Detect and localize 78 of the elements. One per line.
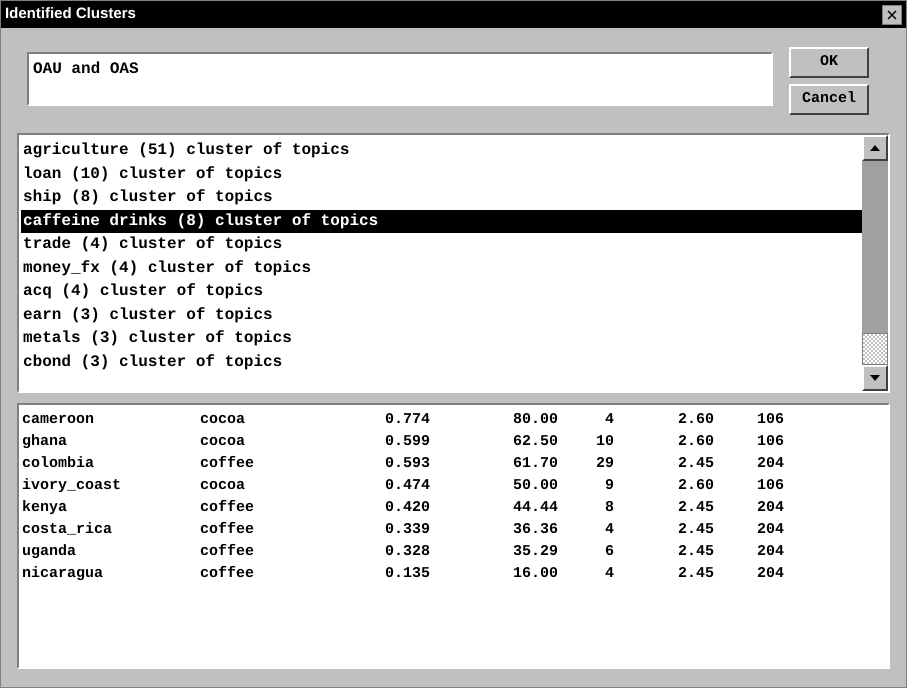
table-cell-text: costa_rica (22, 520, 114, 540)
table-cell-text: 4 (604, 520, 614, 540)
table-cell-text: coffee (200, 564, 256, 584)
table-cell-text: 204 (756, 498, 784, 518)
table-cell-text: 2.45 (676, 498, 714, 518)
table-cell-text: coffee (200, 454, 256, 474)
up-arrow-icon (870, 145, 880, 151)
table-cell-text: 0.593 (384, 454, 430, 474)
table-cell-text: 0.339 (384, 520, 430, 540)
table-cell-text: 0.135 (384, 564, 430, 584)
table-cell-text: ivory_coast (22, 476, 122, 496)
scroll-thumb[interactable] (862, 333, 888, 365)
table-cell-text: ghana (22, 432, 68, 452)
window-title: Identified Clusters (5, 4, 136, 24)
scroll-down-button[interactable] (862, 365, 888, 391)
table-cell-text: 2.45 (676, 520, 714, 540)
table-cell-text: 2.60 (676, 432, 714, 452)
table-cell-text: 204 (756, 520, 784, 540)
table-cell-text: cocoa (200, 410, 246, 430)
table-cell-text: colombia (22, 454, 96, 474)
table-cell-text: 0.774 (384, 410, 430, 430)
table-cell-text: coffee (200, 498, 256, 518)
table-cell-text: 62.50 (512, 432, 558, 452)
table-cell-text: 204 (756, 564, 784, 584)
close-icon (887, 10, 897, 20)
table-cell-text: 10 (594, 432, 614, 452)
table-cell-text: 106 (756, 410, 784, 430)
table-cell-text: kenya (22, 498, 68, 518)
cancel-button[interactable]: Cancel (789, 84, 869, 115)
name-field[interactable]: OAU and OAS (27, 52, 773, 106)
table-cell-text: 204 (756, 542, 784, 562)
cluster-item[interactable]: cbond (3) cluster of topics (21, 350, 862, 374)
cluster-item[interactable]: money_fx (4) cluster of topics (21, 256, 862, 280)
table-cell-text: cocoa (200, 432, 246, 452)
table-cell-text: 8 (604, 498, 614, 518)
scroll-up-button[interactable] (862, 135, 888, 161)
table-cell-text: 6 (604, 542, 614, 562)
table-cell-text: 4 (604, 410, 614, 430)
table-cell-text: 9 (604, 476, 614, 496)
down-arrow-icon (870, 375, 880, 381)
table-cell-text: 0.420 (384, 498, 430, 518)
table-cell-text: cocoa (200, 476, 246, 496)
table-cell-text: 29 (594, 454, 614, 474)
table-cell-text: 0.474 (384, 476, 430, 496)
table-cell-text: 204 (756, 454, 784, 474)
cluster-item[interactable]: acq (4) cluster of topics (21, 280, 862, 304)
table-cell-text: nicaragua (22, 564, 104, 584)
cluster-item[interactable]: agriculture (51) cluster of topics (21, 139, 862, 162)
cluster-item[interactable]: loan (10) cluster of topics (21, 162, 862, 186)
table-cell-text: 0.328 (384, 542, 430, 562)
table-cell-text: 2.45 (676, 542, 714, 562)
table-cell-text: 2.45 (676, 564, 714, 584)
close-button[interactable] (882, 4, 902, 24)
table-cell-text: 44.44 (512, 498, 558, 518)
table-cell-text: 61.70 (512, 454, 558, 474)
table-cell-text: 4 (604, 564, 614, 584)
cluster-item[interactable]: trade (4) cluster of topics (21, 233, 862, 256)
table-cell-text: 0.599 (384, 432, 430, 452)
table-cell-text: 16.00 (512, 564, 558, 584)
table-cell-text: 106 (756, 432, 784, 452)
table-cell-text: 2.60 (676, 476, 714, 496)
table-cell-text: coffee (200, 542, 256, 562)
table-cell-text: 106 (756, 476, 784, 496)
table-cell-text: 50.00 (512, 476, 558, 496)
table-cell-text: coffee (200, 520, 256, 540)
cluster-item[interactable]: metals (3) cluster of topics (21, 327, 862, 350)
table-cell-text: 2.45 (676, 454, 714, 474)
scrollbar[interactable] (862, 135, 888, 391)
table-cell-text: 35.29 (512, 542, 558, 562)
cluster-item[interactable]: caffeine drinks (8) cluster of topics (21, 210, 862, 233)
cluster-item[interactable]: ship (8) cluster of topics (21, 186, 862, 210)
table-cell-text: 36.36 (512, 520, 558, 540)
ok-button[interactable]: OK (789, 47, 869, 78)
table-cell-text: cameroon (22, 410, 96, 430)
cluster-item[interactable]: earn (3) cluster of topics (21, 304, 862, 327)
table-cell-text: 80.00 (512, 410, 558, 430)
table-cell-text: 2.60 (676, 410, 714, 430)
table-cell-text: uganda (22, 542, 78, 562)
